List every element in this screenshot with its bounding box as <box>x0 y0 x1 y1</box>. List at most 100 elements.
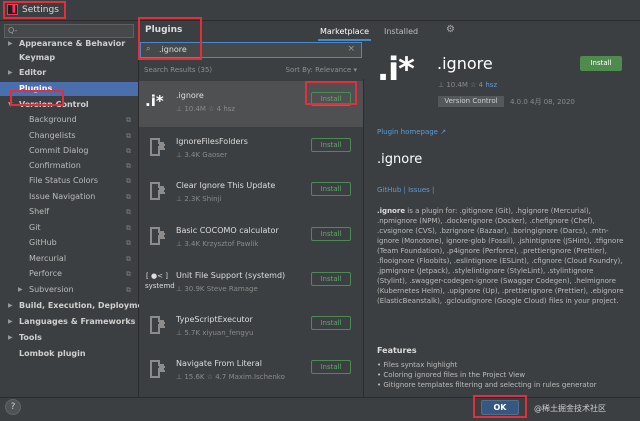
install-button[interactable]: Install <box>311 360 351 374</box>
search-icon: Q- <box>8 26 18 35</box>
sidebar-item-languages-frameworks[interactable]: ▶ Languages & Frameworks <box>0 315 138 329</box>
watermark: @稀土掘金技术社区 <box>534 404 606 413</box>
annotation-highlight-search <box>138 17 202 60</box>
plugin-plug-icon <box>145 224 169 248</box>
annotation-highlight-plugins-item <box>10 90 64 106</box>
tab-marketplace[interactable]: Marketplace <box>318 25 372 41</box>
sidebar-item-label: Appearance & Behavior <box>19 39 126 48</box>
project-scope-icon: ⧉ <box>126 255 131 263</box>
chevron-right-icon[interactable]: ▶ <box>8 299 13 313</box>
project-scope-icon: ⧉ <box>126 208 131 216</box>
sidebar-item-confirmation[interactable]: Confirmation ⧉ <box>0 159 138 173</box>
plugin-meta: ⊥ 30.9K Steve Ramage <box>176 285 258 293</box>
detail-vendor-link[interactable]: hsz <box>485 81 497 89</box>
sidebar-item-commit-dialog[interactable]: Commit Dialog ⧉ <box>0 144 138 158</box>
tab-installed[interactable]: Installed <box>382 25 420 39</box>
sidebar-item-label: Keymap <box>19 53 56 62</box>
project-scope-icon: ⧉ <box>126 177 131 185</box>
sidebar-item-label: Subversion <box>29 285 74 294</box>
gear-icon[interactable]: ⚙ <box>446 24 455 35</box>
plugin-meta: ⊥ 10.4M ☆ 4 hsz <box>176 105 236 113</box>
sidebar-item-label: Commit Dialog <box>29 146 89 155</box>
project-scope-icon: ⧉ <box>126 116 131 124</box>
plugin-meta: ⊥ 5.7K xiyuan_fengyu <box>176 329 254 337</box>
sidebar-item-mercurial[interactable]: Mercurial ⧉ <box>0 252 138 266</box>
plugin-name: .ignore <box>176 91 204 100</box>
plugin-plug-icon <box>145 179 169 203</box>
list-item[interactable]: Basic COCOMO calculator ⊥ 3.4K Krzysztof … <box>139 216 363 262</box>
sidebar-item-background[interactable]: Background ⧉ <box>0 113 138 127</box>
detail-plugin-name: .ignore <box>437 54 493 73</box>
list-item[interactable]: Clear Ignore This Update ⊥ 2.3K Shinji Ins… <box>139 171 363 217</box>
sidebar-item-perforce[interactable]: Perforce ⧉ <box>0 267 138 281</box>
sidebar-item-label: GitHub <box>29 238 57 247</box>
plugin-plug-icon <box>145 313 169 337</box>
install-button[interactable]: Install <box>311 182 351 196</box>
ignore-logo: .i* <box>145 92 164 110</box>
sort-dropdown[interactable]: Sort By: Relevance ▾ <box>286 66 357 74</box>
results-count: Search Results (35) <box>144 66 213 74</box>
project-scope-icon: ⧉ <box>126 147 131 155</box>
plugin-name: Unit File Support (systemd) <box>176 271 286 280</box>
sidebar-item-keymap[interactable]: Keymap <box>0 51 138 65</box>
sidebar-item-appearance-behavior[interactable]: ▶ Appearance & Behavior <box>0 37 138 51</box>
desc-bold-name: .ignore <box>377 207 406 215</box>
list-item[interactable]: [ ●< ] systemd Unit File Support (systemd)… <box>139 261 363 307</box>
sidebar-item-label: Lombok plugin <box>19 349 86 358</box>
features-heading: Features <box>377 346 417 355</box>
github-issues-links[interactable]: GitHub | Issues | <box>377 186 434 194</box>
install-button[interactable]: Install <box>311 272 351 286</box>
help-button[interactable]: ? <box>5 399 21 415</box>
list-item[interactable]: TypeScriptExecutor ⊥ 5.7K xiyuan_fengyu In… <box>139 305 363 351</box>
sidebar-item-label: Shelf <box>29 207 50 216</box>
plugin-homepage-link[interactable]: Plugin homepage ↗ <box>377 128 446 136</box>
sidebar-item-file-status-colors[interactable]: File Status Colors ⧉ <box>0 174 138 188</box>
detail-version: 4.0.0 4月 08, 2020 <box>510 98 575 106</box>
install-button[interactable]: Install <box>311 316 351 330</box>
sidebar-item-github[interactable]: GitHub ⧉ <box>0 236 138 250</box>
project-scope-icon: ⧉ <box>126 162 131 170</box>
close-icon[interactable]: × <box>347 44 355 54</box>
sidebar-item-shelf[interactable]: Shelf ⧉ <box>0 205 138 219</box>
sidebar-item-changelists[interactable]: Changelists ⧉ <box>0 129 138 143</box>
list-item: Files syntax highlight <box>377 360 627 370</box>
sidebar-item-lombok-plugin[interactable]: Lombok plugin <box>0 347 138 361</box>
plugin-plug-icon <box>145 135 169 159</box>
chevron-right-icon[interactable]: ▶ <box>8 66 13 80</box>
sidebar-item-tools[interactable]: ▶ Tools <box>0 331 138 345</box>
sidebar-item-build-execution-deployment[interactable]: ▶ Build, Execution, Deployment <box>0 299 152 313</box>
sidebar-item-issue-navigation[interactable]: Issue Navigation ⧉ <box>0 190 138 204</box>
sidebar-item-subversion[interactable]: ▶ Subversion ⧉ <box>0 283 138 297</box>
plugin-name: Clear Ignore This Update <box>176 181 276 190</box>
sidebar-item-label: Changelists <box>29 131 76 140</box>
list-item[interactable]: Navigate From Literal ⊥ 15.6K ☆ 4.7 Maxim… <box>139 349 363 395</box>
chevron-right-icon[interactable]: ▶ <box>18 283 23 297</box>
chevron-right-icon[interactable]: ▶ <box>8 37 13 51</box>
ignore-logo: .i* <box>377 50 415 88</box>
list-item: Gitignore templates filtering and select… <box>377 380 627 390</box>
project-scope-icon: ⧉ <box>126 286 131 294</box>
plugin-description: .ignore is a plugin for: .gitignore (Git… <box>377 206 625 306</box>
detail-install-button[interactable]: Install <box>580 56 622 71</box>
sidebar-item-git[interactable]: Git ⧉ <box>0 221 138 235</box>
sidebar-item-label: Build, Execution, Deployment <box>19 301 153 310</box>
plugin-meta: ⊥ 2.3K Shinji <box>176 195 222 203</box>
sidebar-item-label: Git <box>29 223 41 232</box>
project-scope-icon: ⧉ <box>126 224 131 232</box>
desc-text: is a plugin for: .gitignore (Git), .hgig… <box>377 207 624 305</box>
sidebar-item-label: Mercurial <box>29 254 67 263</box>
chevron-right-icon[interactable]: ▶ <box>8 315 13 329</box>
plugin-meta: ⊥ 15.6K ☆ 4.7 Maxim.Ischenko <box>176 373 285 381</box>
sidebar-item-label: Perforce <box>29 269 62 278</box>
systemd-logo: [ ●< ] systemd <box>145 272 175 290</box>
annotation-highlight-install <box>305 81 357 105</box>
list-item[interactable]: IgnoreFilesFolders ⊥ 3.4K Gaoser Install <box>139 127 363 173</box>
plugin-meta: ⊥ 3.4K Krzysztof Pawlik <box>176 240 259 248</box>
chevron-right-icon[interactable]: ▶ <box>8 331 13 345</box>
install-button[interactable]: Install <box>311 227 351 241</box>
project-scope-icon: ⧉ <box>126 132 131 140</box>
plugin-name: Basic COCOMO calculator <box>176 226 279 235</box>
sidebar-item-editor[interactable]: ▶ Editor <box>0 66 138 80</box>
install-button[interactable]: Install <box>311 138 351 152</box>
sidebar-search-input[interactable]: Q- <box>4 24 134 38</box>
